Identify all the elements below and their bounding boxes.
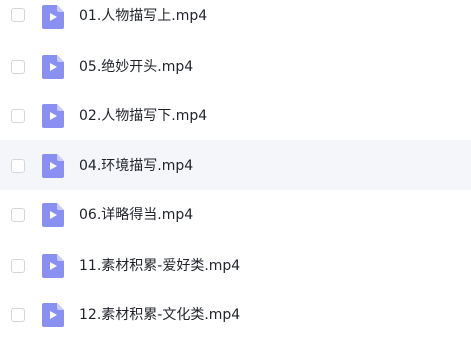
row-checkbox[interactable]	[11, 259, 25, 273]
file-list: 01.人物描写上.mp4 05.绝妙开头.mp4 02.人物描写下.mp4 04…	[0, 0, 471, 327]
file-name[interactable]: 06.详略得当.mp4	[79, 206, 193, 224]
file-name[interactable]: 12.素材积累-文化类.mp4	[79, 306, 240, 324]
file-name[interactable]: 02.人物描写下.mp4	[79, 107, 207, 125]
list-item[interactable]: 05.绝妙开头.mp4	[0, 42, 471, 92]
list-item[interactable]: 02.人物描写下.mp4	[0, 91, 471, 141]
list-item[interactable]: 11.素材积累-爱好类.mp4	[0, 240, 471, 290]
file-name[interactable]: 05.绝妙开头.mp4	[79, 58, 193, 76]
list-item[interactable]: 12.素材积累-文化类.mp4	[0, 290, 471, 340]
file-name[interactable]: 01.人物描写上.mp4	[79, 7, 207, 25]
row-checkbox[interactable]	[11, 60, 25, 74]
video-file-icon	[42, 203, 64, 227]
row-checkbox[interactable]	[11, 208, 25, 222]
row-checkbox[interactable]	[11, 109, 25, 123]
video-file-icon	[42, 154, 64, 178]
video-file-icon	[42, 104, 64, 128]
file-name[interactable]: 11.素材积累-爱好类.mp4	[79, 257, 240, 275]
list-item[interactable]: 01.人物描写上.mp4	[0, 0, 471, 42]
video-file-icon	[42, 5, 64, 29]
list-item[interactable]: 06.详略得当.mp4	[0, 190, 471, 240]
video-file-icon	[42, 254, 64, 278]
row-checkbox[interactable]	[11, 8, 25, 22]
row-checkbox[interactable]	[11, 308, 25, 322]
video-file-icon	[42, 55, 64, 79]
list-item[interactable]: 04.环境描写.mp4	[0, 140, 471, 190]
video-file-icon	[42, 303, 64, 327]
file-name[interactable]: 04.环境描写.mp4	[79, 157, 193, 175]
row-checkbox[interactable]	[11, 159, 25, 173]
